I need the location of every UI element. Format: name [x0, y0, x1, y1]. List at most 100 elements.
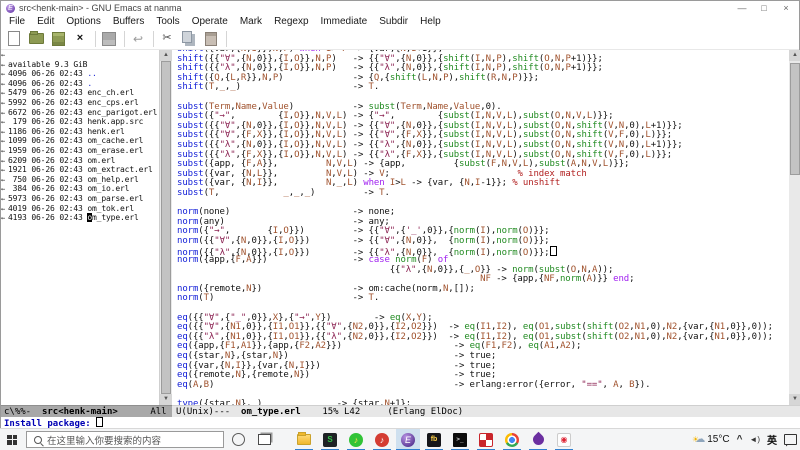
dired-line[interactable]: ←1099 06-26 02:43 om_cache.erl [1, 136, 159, 146]
taskbar-foobar2000[interactable]: fb [422, 429, 446, 450]
code-line[interactable]: eq(A,B) -> erlang:error({error, "==", A,… [177, 381, 773, 391]
taskbar-terminal[interactable]: >_ [448, 429, 472, 450]
file-name[interactable]: om_io.erl [87, 184, 129, 193]
file-name[interactable]: henk.erl [87, 127, 124, 136]
dired-line[interactable]: ←6209 06-26 02:43 om.erl [1, 156, 159, 166]
file-name[interactable]: om_type.erl [87, 213, 138, 222]
dired-line[interactable]: ←5973 06-26 02:43 om_parse.erl [1, 194, 159, 204]
file-name[interactable]: om_parse.erl [87, 194, 143, 203]
scroll-up-icon[interactable]: ▲ [160, 50, 172, 61]
open-file-icon[interactable] [26, 30, 46, 48]
dired-line[interactable]: ←4193 06-26 02:43 om_type.erl [1, 213, 159, 223]
toolbar-separator [124, 31, 125, 47]
dired-line[interactable]: ←5479 06-26 02:43 enc_ch.erl [1, 88, 159, 98]
code-line[interactable]: norm({{"∀",{N,0}},{I,O}}) -> {{"∀",{N,0}… [177, 237, 773, 247]
kill-buffer-icon: × [77, 33, 83, 44]
dired-line[interactable]: ←4019 06-26 02:43 om_tok.erl [1, 204, 159, 214]
taskbar-file-explorer[interactable] [292, 429, 316, 450]
menu-help[interactable]: Help [414, 15, 447, 28]
code-scrollbar[interactable]: ▲ ▼ [789, 50, 800, 405]
dired-pane[interactable]: ←←available 9.3 GiB←4096 06-26 02:43 ..←… [1, 50, 159, 405]
menu-operate[interactable]: Operate [186, 15, 234, 28]
file-name[interactable]: enc_ch.erl [87, 88, 134, 97]
minimize-button[interactable]: — [731, 1, 753, 15]
paste-icon [205, 32, 217, 46]
menu-tools[interactable]: Tools [150, 15, 185, 28]
file-name[interactable]: om_tok.erl [87, 204, 134, 213]
menu-regexp[interactable]: Regexp [268, 15, 314, 28]
file-name[interactable]: enc_parigot.erl [87, 108, 157, 117]
menu-file[interactable]: File [3, 15, 31, 28]
weather-indicator[interactable]: ☀☁15°C [692, 434, 730, 445]
scroll-down-icon[interactable]: ▼ [789, 394, 800, 405]
tray-overflow-button[interactable]: ^ [737, 434, 743, 445]
emacs-icon: E [6, 4, 15, 13]
file-name[interactable]: om_cache.erl [87, 136, 143, 145]
menu-buffers[interactable]: Buffers [107, 15, 151, 28]
copy-icon[interactable] [179, 30, 199, 48]
scrollbar-thumb[interactable] [161, 61, 171, 394]
dired-line[interactable]: ←4096 06-26 02:43 . [1, 79, 159, 89]
emacs-icon: E [401, 433, 415, 447]
menu-mark[interactable]: Mark [234, 15, 268, 28]
code-pane[interactable]: shift({var,{N,I}},N,P) when I>=P -> {var… [172, 50, 789, 405]
directory-name[interactable]: . [87, 79, 92, 88]
close-button[interactable]: × [775, 1, 797, 15]
taskbar-misc-app[interactable]: ◉ [552, 429, 576, 450]
scroll-up-icon[interactable]: ▲ [789, 50, 800, 61]
scrollbar-thumb[interactable] [790, 63, 800, 175]
maximize-button[interactable]: □ [753, 1, 775, 15]
taskbar-capture-app[interactable] [474, 429, 498, 450]
kill-buffer-icon[interactable]: × [70, 30, 90, 48]
menu-subdir[interactable]: Subdir [373, 15, 414, 28]
dired-line[interactable]: ← [1, 50, 159, 60]
save-icon[interactable] [99, 30, 119, 48]
file-name[interactable]: om_extract.erl [87, 165, 152, 174]
undo-icon[interactable]: ↩ [128, 30, 148, 48]
code-line[interactable]: subst(T, _,_,_) -> T. [177, 189, 773, 199]
task-view-button[interactable] [252, 429, 276, 450]
taskbar-music-app[interactable]: ♪ [370, 429, 394, 450]
menu-edit[interactable]: Edit [31, 15, 60, 28]
new-file-icon[interactable] [4, 30, 24, 48]
file-name[interactable]: enc_cps.erl [87, 98, 138, 107]
menu-immediate[interactable]: Immediate [315, 15, 374, 28]
start-button[interactable] [0, 429, 24, 450]
dired-line[interactable]: ←4096 06-26 02:43 .. [1, 69, 159, 79]
file-name[interactable]: om_erase.erl [87, 146, 143, 155]
taskbar-dark-app[interactable]: S [318, 429, 342, 450]
dired-line[interactable]: ←6672 06-26 02:43 enc_parigot.erl [1, 108, 159, 118]
dired-scrollbar[interactable]: ▲ ▼ [159, 50, 172, 405]
dired-icon[interactable] [48, 30, 68, 48]
dired-line[interactable]: ←1186 06-26 02:43 henk.erl [1, 127, 159, 137]
taskbar-search-input[interactable]: 在这里输入你要搜索的内容 [26, 431, 224, 448]
dired-line[interactable]: ←available 9.3 GiB [1, 60, 159, 70]
notification-center-button[interactable] [784, 434, 797, 445]
file-name[interactable]: henk.app.src [87, 117, 143, 126]
dired-line[interactable]: ←5992 06-26 02:43 enc_cps.erl [1, 98, 159, 108]
cut-icon[interactable]: ✂ [157, 30, 177, 48]
foobar2000-icon: fb [427, 433, 441, 447]
file-name[interactable]: om.erl [87, 156, 115, 165]
cortana-button[interactable] [226, 429, 250, 450]
code-line[interactable]: shift(T,_,_) -> T. [177, 83, 773, 93]
dired-line[interactable]: ←1959 06-26 02:43 om_erase.erl [1, 146, 159, 156]
file-name[interactable]: om_help.erl [87, 175, 138, 184]
dired-line[interactable]: ←1921 06-26 02:43 om_extract.erl [1, 165, 159, 175]
code-line[interactable]: norm(T) -> T. [177, 294, 773, 304]
dired-line[interactable]: ← 750 06-26 02:43 om_help.erl [1, 175, 159, 185]
paste-icon[interactable] [201, 30, 221, 48]
dired-line[interactable]: ← 384 06-26 02:43 om_io.erl [1, 184, 159, 194]
capture-app-icon [479, 433, 493, 447]
directory-name[interactable]: .. [87, 69, 96, 78]
volume-icon[interactable]: ◄) [749, 435, 760, 444]
ime-indicator[interactable]: 英 [767, 432, 777, 447]
scroll-down-icon[interactable]: ▼ [160, 394, 172, 405]
taskbar-drop-app[interactable] [526, 429, 550, 450]
menu-options[interactable]: Options [60, 15, 106, 28]
taskbar-chrome[interactable] [500, 429, 524, 450]
dired-line[interactable]: ← 179 06-26 02:43 henk.app.src [1, 117, 159, 127]
taskbar-emacs[interactable]: E [396, 429, 420, 450]
taskbar-qq-music[interactable]: ♪ [344, 429, 368, 450]
file-meta: 4096 06-26 02:43 [8, 69, 87, 78]
